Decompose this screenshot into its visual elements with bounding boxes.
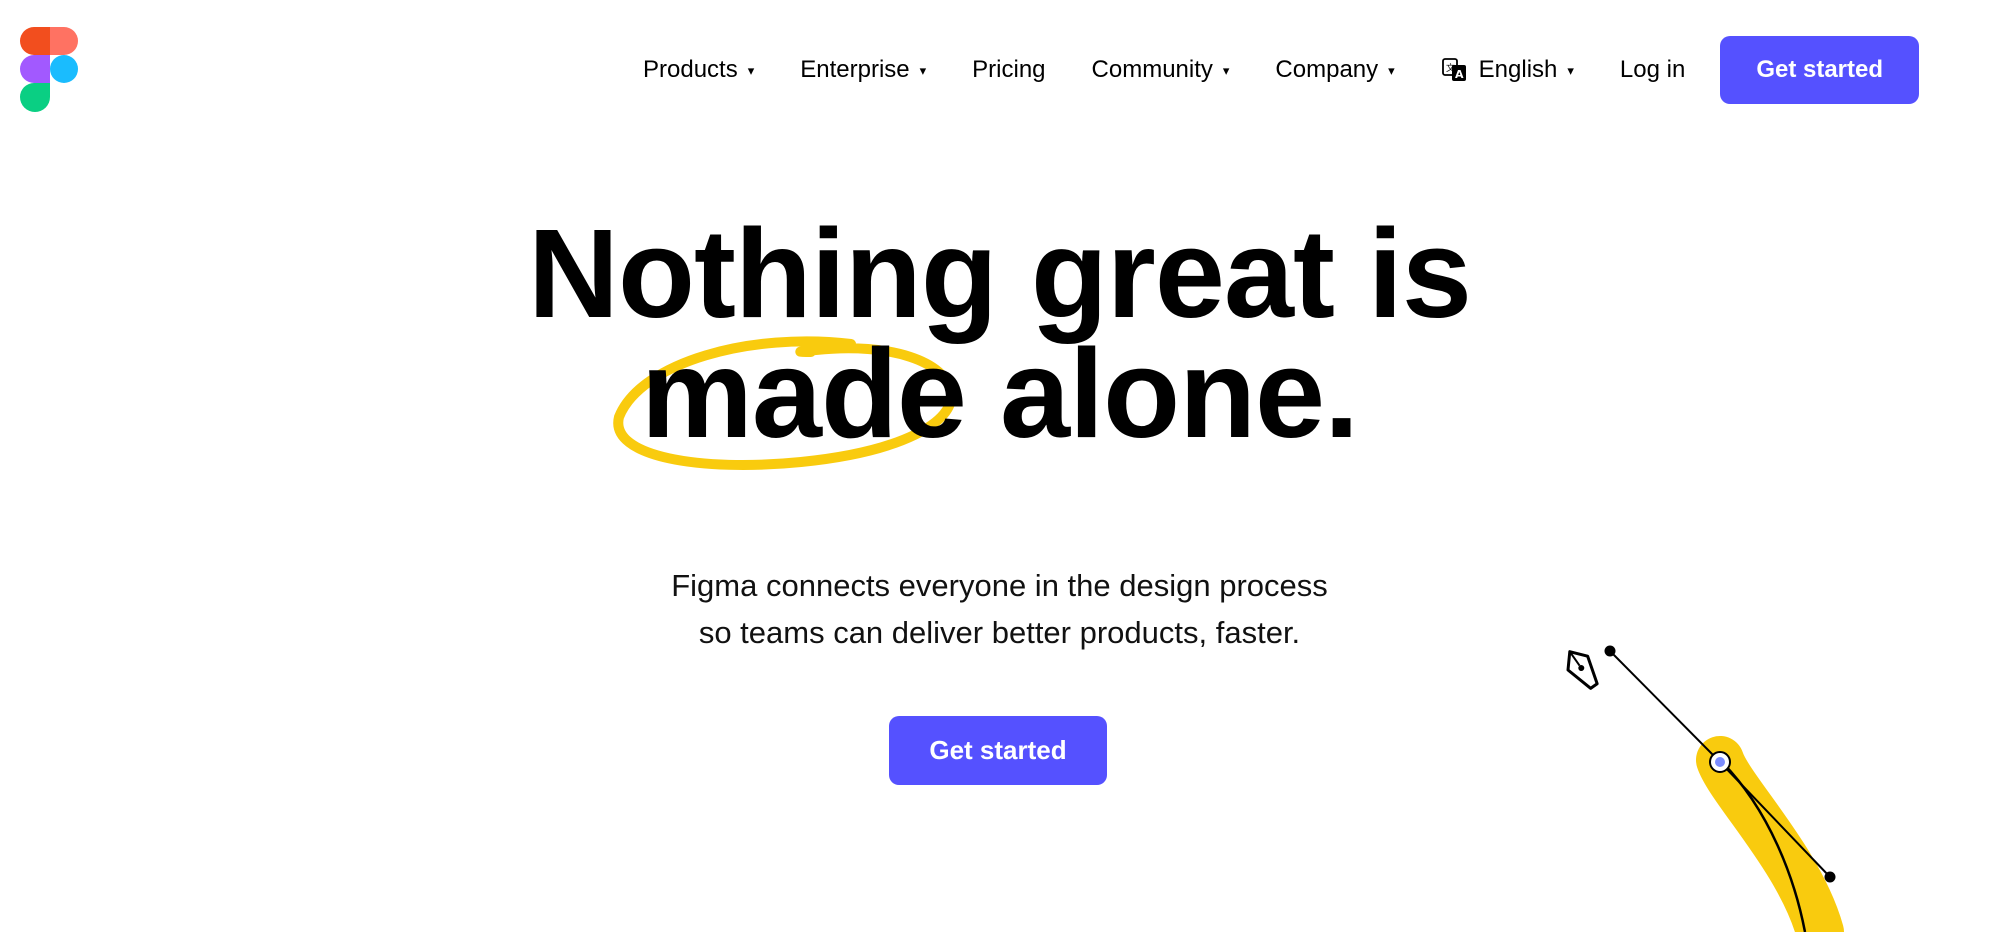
nav-enterprise-label: Enterprise [800, 56, 910, 83]
nav-company[interactable]: Company ▾ [1252, 37, 1417, 103]
circled-word: made [613, 331, 967, 470]
hero-subtitle-line-1: Figma connects everyone in the design pr… [671, 568, 1328, 603]
language-label: English [1478, 56, 1558, 83]
language-selector[interactable]: 文 A English ▾ [1418, 37, 1597, 103]
chevron-down-icon: ▾ [1567, 63, 1574, 78]
chevron-down-icon: ▾ [919, 63, 927, 78]
pen-cursor-icon [1566, 650, 1599, 690]
chevron-down-icon: ▾ [747, 63, 755, 78]
nav-pricing-label: Pricing [972, 56, 1046, 83]
figma-logo-icon[interactable] [20, 27, 80, 112]
svg-text:A: A [1455, 68, 1464, 81]
main-nav: Products ▾ Enterprise ▾ Pricing Communit… [620, 36, 1959, 104]
hero-line-2: made alone. [0, 331, 1999, 470]
nav-community[interactable]: Community ▾ [1069, 37, 1253, 103]
svg-text:文: 文 [1446, 62, 1455, 74]
hero-cta-label: Get started [929, 735, 1067, 765]
header-cta-label: Get started [1756, 56, 1884, 83]
circled-word-text: made [640, 323, 967, 464]
header-get-started-button[interactable]: Get started [1720, 36, 1920, 104]
nav-products[interactable]: Products ▾ [620, 37, 777, 103]
login-label: Log in [1619, 56, 1686, 83]
chevron-down-icon: ▾ [1388, 63, 1395, 78]
hero-get-started-button[interactable]: Get started [889, 716, 1107, 785]
chevron-down-icon: ▾ [1222, 63, 1230, 78]
translate-icon: 文 A [1441, 56, 1469, 84]
pen-tool-illustration [1566, 645, 1844, 932]
login-link[interactable]: Log in [1597, 37, 1708, 103]
nav-products-label: Products [643, 56, 738, 83]
nav-enterprise[interactable]: Enterprise ▾ [777, 37, 949, 103]
hero-line-2-rest: alone. [966, 323, 1359, 464]
nav-community-label: Community [1091, 56, 1213, 83]
nav-pricing[interactable]: Pricing [949, 37, 1068, 103]
hero-headline: Nothing great is made alone. [0, 203, 1999, 470]
nav-company-label: Company [1275, 56, 1379, 83]
hero-line-1: Nothing great is [527, 203, 1472, 344]
